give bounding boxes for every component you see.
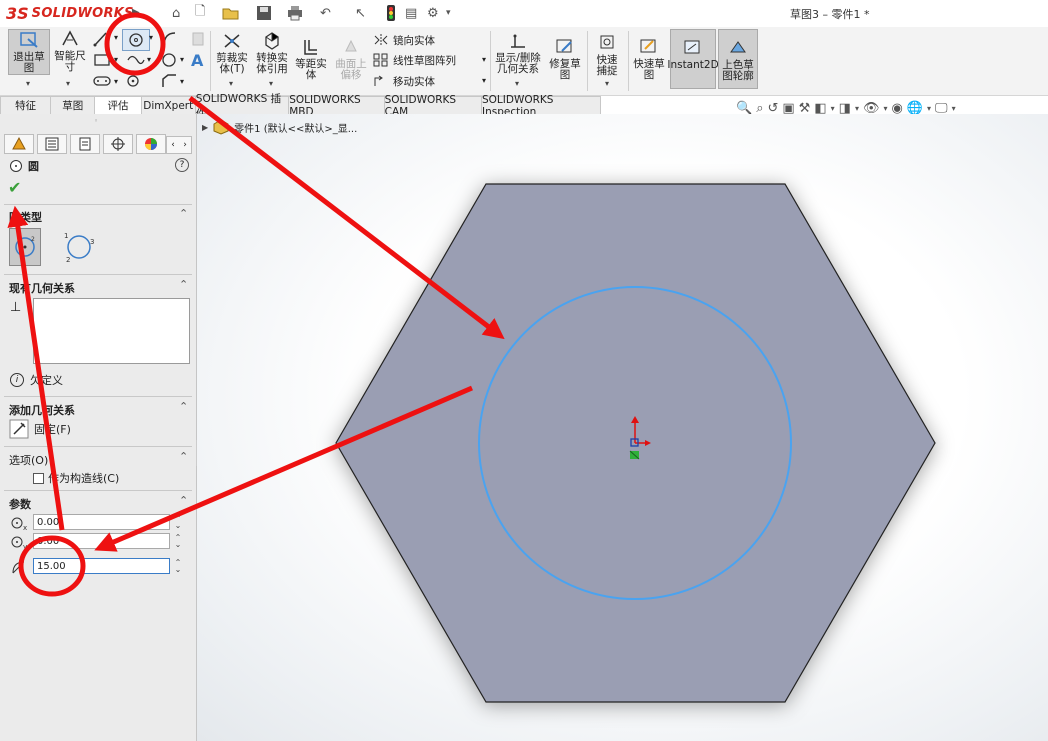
annotation-circle-radius-field: [18, 535, 86, 597]
annotation-circle-circle-tool: [104, 12, 166, 76]
annotation-arrow-to-circle-type: [7, 205, 65, 531]
sketch-overlay: [7, 12, 936, 703]
annotation-arrow-to-circle: [188, 96, 505, 340]
